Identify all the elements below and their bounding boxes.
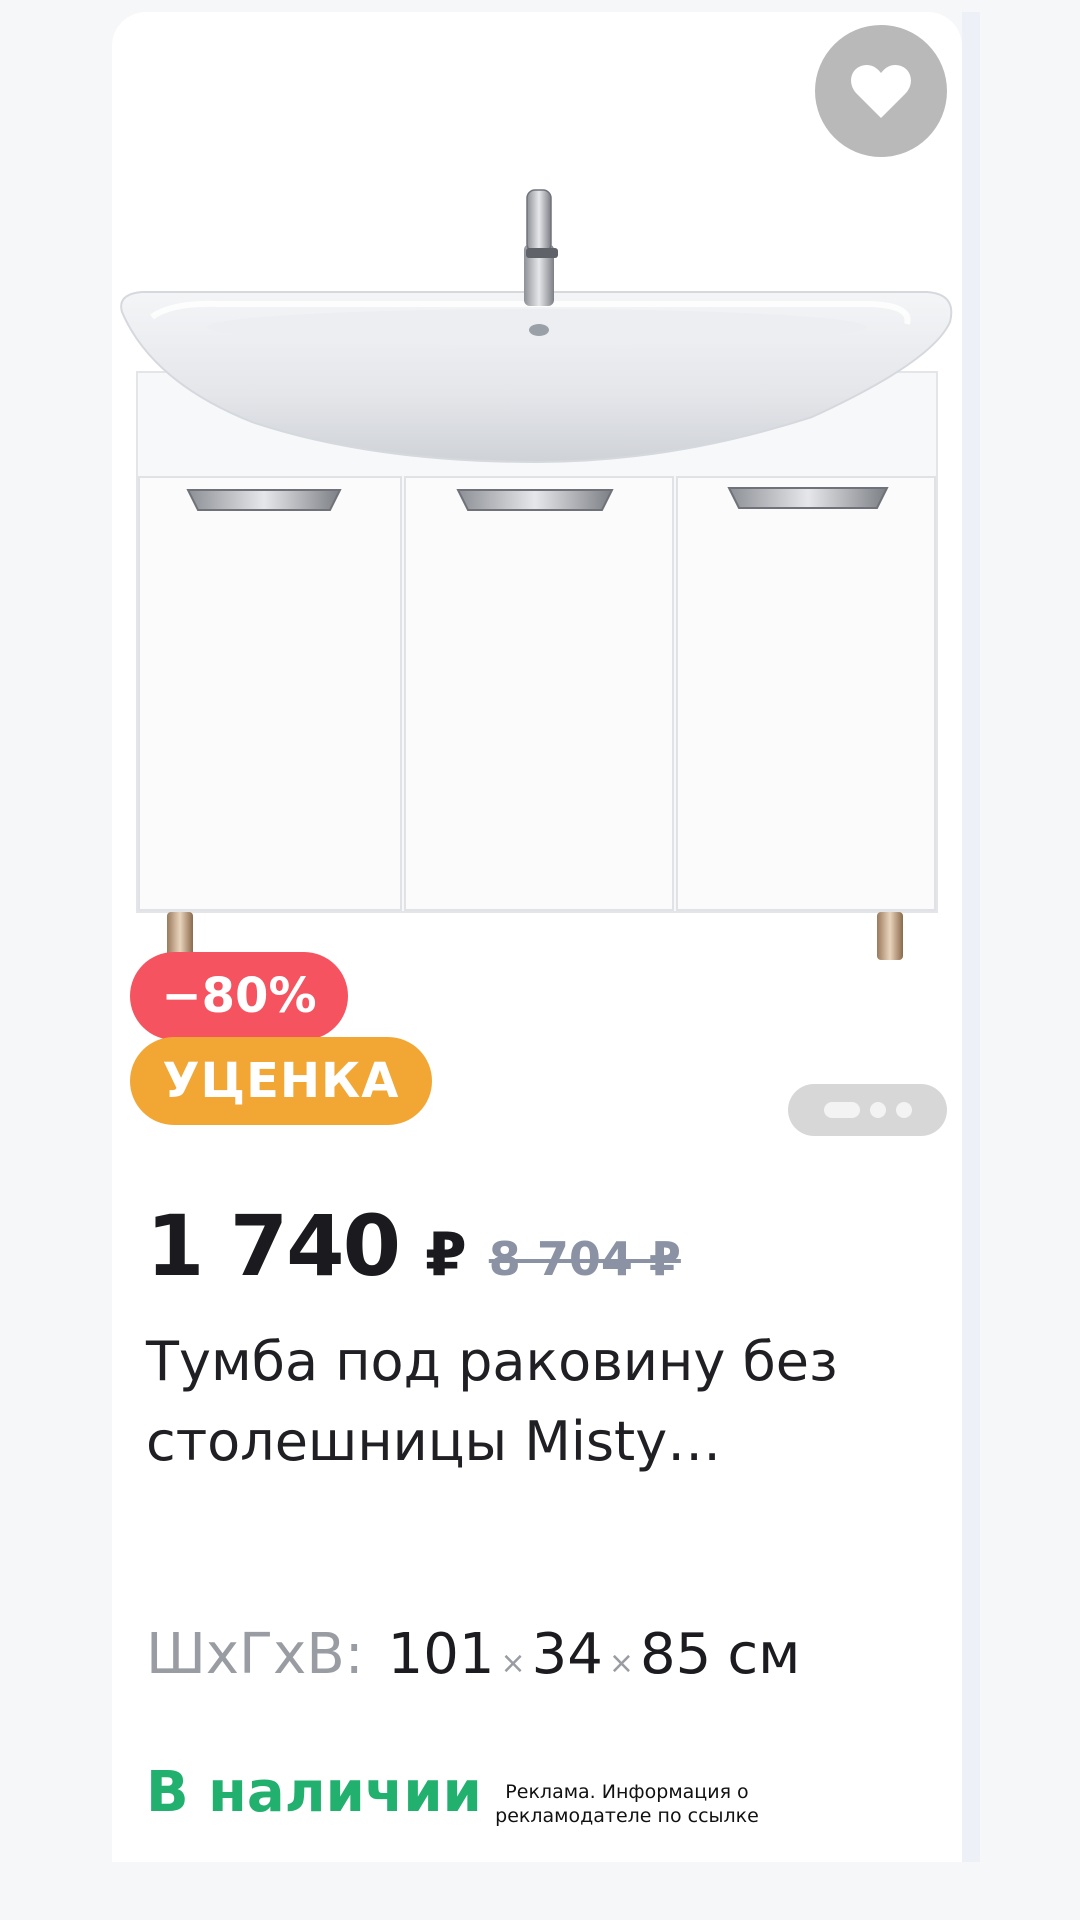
dimension-separator: × <box>608 1646 635 1681</box>
dimension-separator: × <box>500 1646 526 1681</box>
markdown-badge: УЦЕНКА <box>130 1037 432 1125</box>
discount-badge: −80% <box>130 952 348 1040</box>
dimension-width: 101 <box>387 1622 495 1687</box>
next-card-edge <box>962 12 980 1862</box>
gallery-pagination[interactable] <box>788 1084 947 1136</box>
dimension-depth: 34 <box>531 1622 603 1687</box>
old-price: 8 704 ₽ <box>488 1232 681 1286</box>
pagination-dot-active[interactable] <box>823 1102 860 1118</box>
current-price: 1 740 <box>146 1197 401 1295</box>
favorite-button[interactable] <box>815 25 947 157</box>
product-image[interactable] <box>112 12 962 962</box>
price-row: 1 740 ₽ 8 704 ₽ <box>146 1197 681 1295</box>
availability-status: В наличии <box>146 1760 482 1825</box>
vanity-illustration <box>120 189 953 960</box>
price-currency: ₽ <box>425 1220 467 1290</box>
dimension-height: 85 <box>640 1622 712 1687</box>
product-card[interactable]: −80% УЦЕНКА 1 740 ₽ 8 704 ₽ Тумба под ра… <box>112 12 962 1862</box>
dimensions-label: ШхГхВ: <box>146 1622 364 1687</box>
dimension-unit: см <box>727 1622 801 1687</box>
ad-disclaimer[interactable]: Реклама. Информация о рекламодателе по с… <box>492 1780 762 1828</box>
heart-icon <box>851 64 911 118</box>
dimensions: ШхГхВ: 101 × 34 × 85 см <box>146 1622 800 1687</box>
pagination-dot[interactable] <box>869 1102 886 1118</box>
pagination-dot[interactable] <box>895 1102 912 1118</box>
product-title[interactable]: Тумба под раковину без столешницы Misty… <box>146 1322 906 1482</box>
